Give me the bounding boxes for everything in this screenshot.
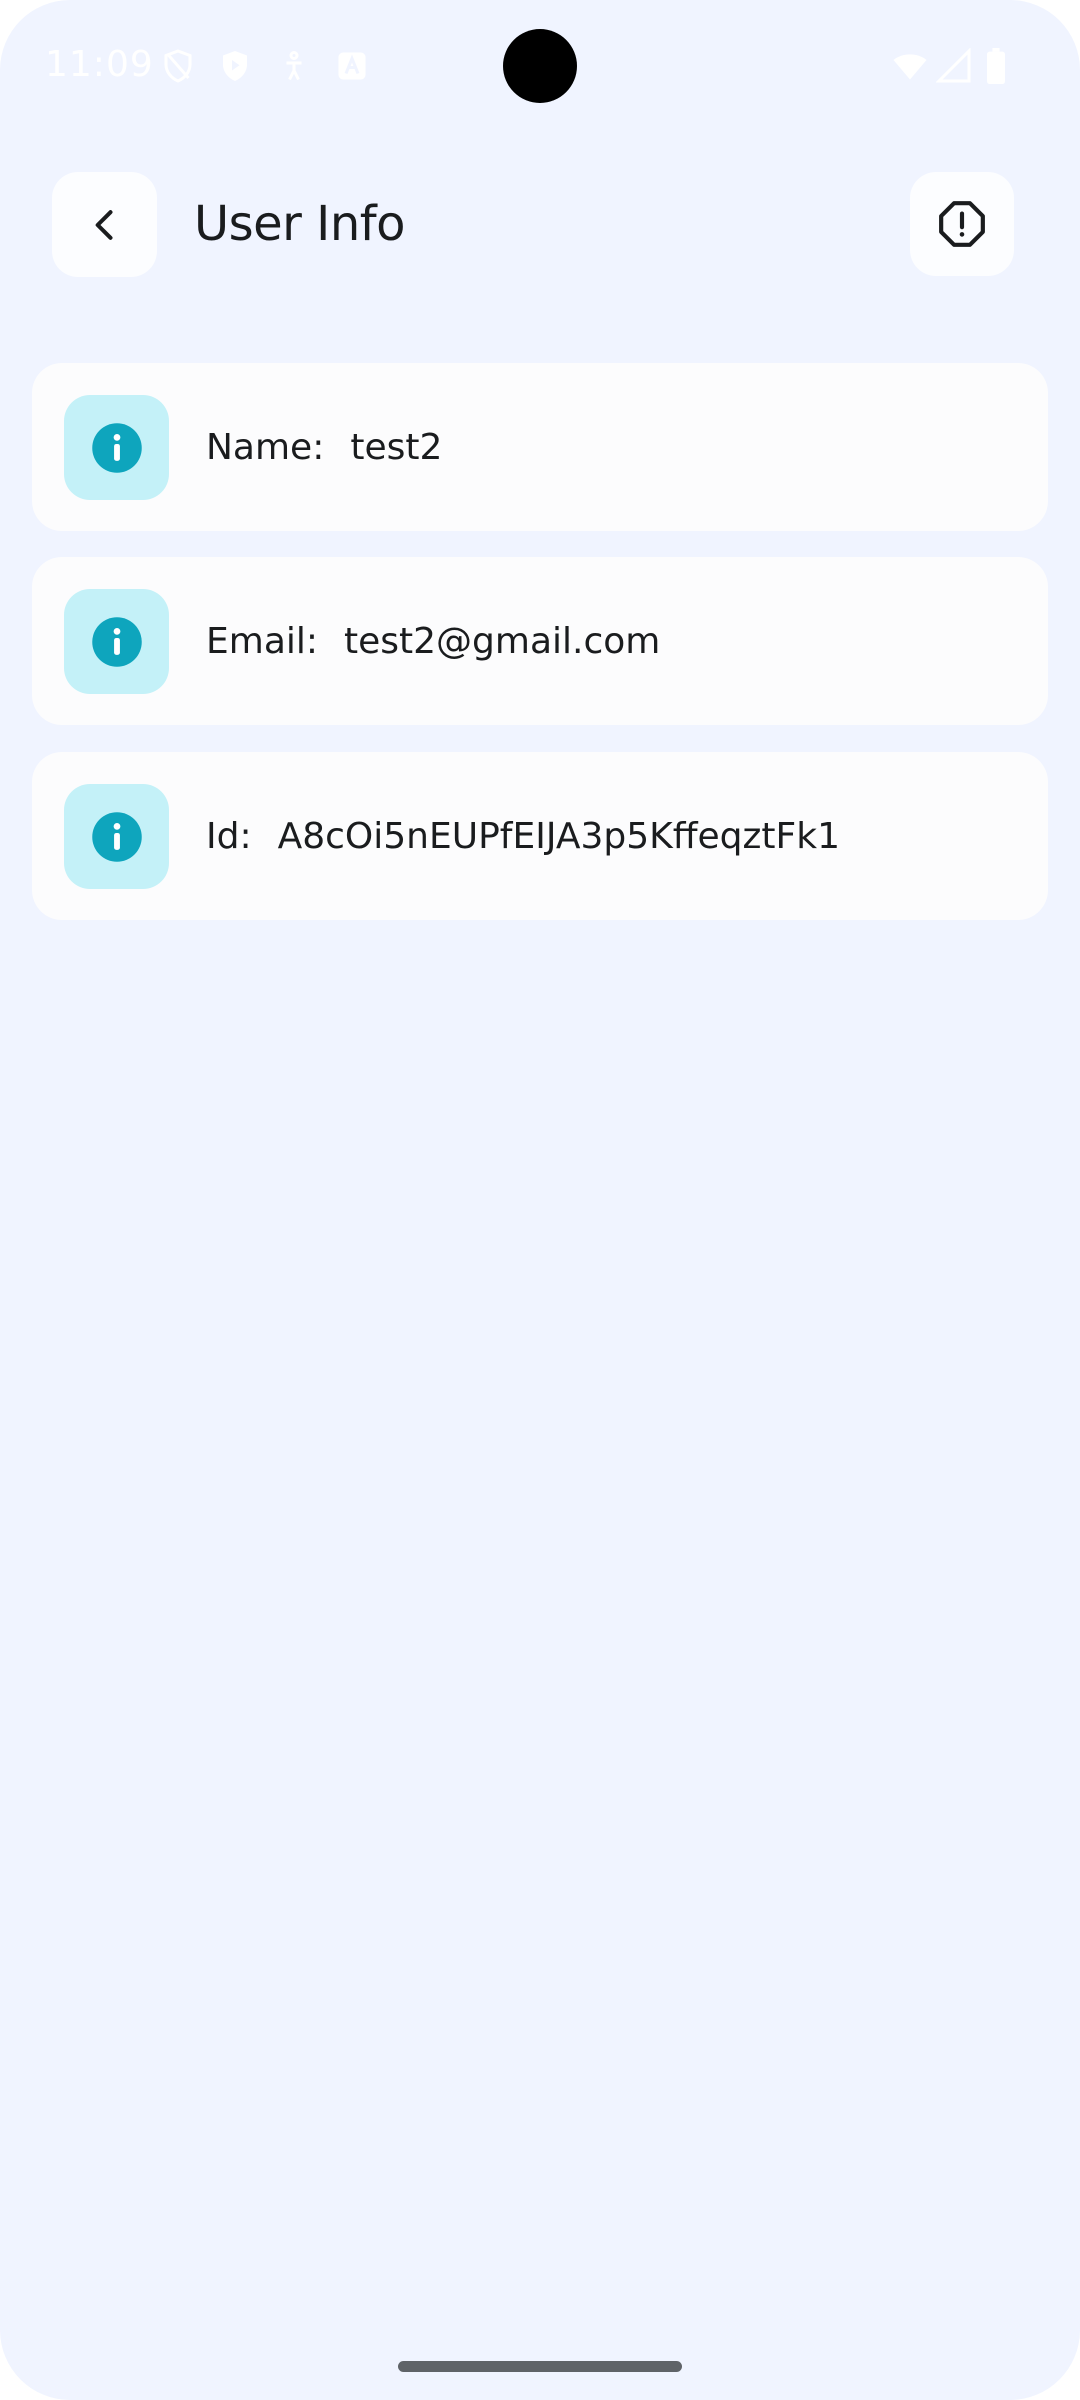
status-bar: 11:09 xyxy=(0,0,1080,130)
info-card-email[interactable]: Email: test2@gmail.com xyxy=(32,557,1048,725)
screen: 11:09 User Info Name: test2 Email: test2… xyxy=(0,0,1080,2400)
info-icon-box xyxy=(64,395,169,500)
accessibility-icon xyxy=(276,48,312,84)
chevron-left-icon xyxy=(83,203,127,247)
info-label: Id: xyxy=(206,815,252,857)
back-button[interactable] xyxy=(52,172,157,277)
info-label: Email: xyxy=(206,620,319,662)
info-value: test2 xyxy=(350,426,443,468)
info-value: A8cOi5nEUPfEIJA3p5KffeqztFk1 xyxy=(277,815,840,857)
wifi-icon xyxy=(890,48,930,84)
info-text: Email: test2@gmail.com xyxy=(206,557,660,725)
gesture-nav-bar[interactable] xyxy=(398,2361,682,2372)
info-label: Name: xyxy=(206,426,325,468)
info-icon-box xyxy=(64,784,169,889)
info-icon xyxy=(90,810,144,864)
info-value: test2@gmail.com xyxy=(344,620,661,662)
info-text: Id: A8cOi5nEUPfEIJA3p5KffeqztFk1 xyxy=(206,752,840,920)
info-text: Name: test2 xyxy=(206,363,442,531)
battery-icon xyxy=(984,48,1008,84)
report-button[interactable] xyxy=(910,172,1014,276)
shield-off-icon xyxy=(160,48,196,84)
info-card-id[interactable]: Id: A8cOi5nEUPfEIJA3p5KffeqztFk1 xyxy=(32,752,1048,920)
cell-signal-icon xyxy=(935,47,972,84)
store-icon xyxy=(334,48,370,84)
info-card-name[interactable]: Name: test2 xyxy=(32,363,1048,531)
shield-play-icon xyxy=(217,48,253,84)
camera-cutout xyxy=(503,29,577,103)
info-icon-box xyxy=(64,589,169,694)
info-icon xyxy=(90,421,144,475)
report-octagon-icon xyxy=(937,199,987,249)
info-icon xyxy=(90,615,144,669)
page-title: User Info xyxy=(194,196,406,252)
status-time: 11:09 xyxy=(45,44,154,85)
